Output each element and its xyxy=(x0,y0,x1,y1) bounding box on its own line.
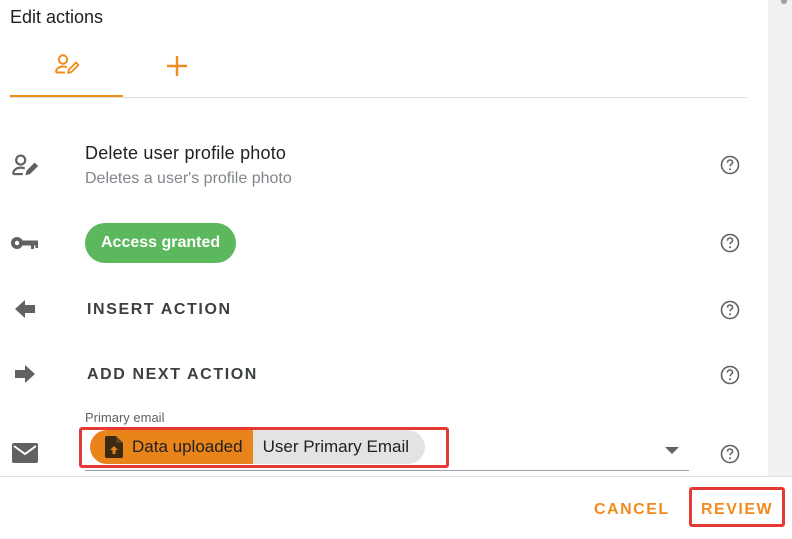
file-upload-icon xyxy=(105,436,123,458)
chip-value: User Primary Email xyxy=(252,430,425,464)
access-granted-badge[interactable]: Access granted xyxy=(85,223,237,263)
add-next-action-button[interactable]: ADD NEXT ACTION xyxy=(87,366,258,384)
help-icon[interactable] xyxy=(718,231,742,255)
cancel-button[interactable]: CANCEL xyxy=(594,501,670,519)
user-edit-icon xyxy=(10,151,40,181)
key-icon xyxy=(10,228,40,258)
user-edit-icon xyxy=(54,53,80,82)
action-title: Delete user profile photo xyxy=(85,143,287,163)
action-subtitle: Deletes a user's profile photo xyxy=(85,170,292,187)
tab-bar xyxy=(10,40,747,98)
dialog-footer: CANCEL REVIEW xyxy=(0,476,792,539)
page-title: Edit actions xyxy=(10,7,104,27)
chip-type: Data uploaded xyxy=(90,430,253,464)
chip-type-label: Data uploaded xyxy=(132,437,243,456)
help-icon[interactable] xyxy=(718,298,742,322)
primary-email-label: Primary email xyxy=(85,410,165,425)
mail-icon xyxy=(10,438,40,468)
tab-edit-actions[interactable] xyxy=(10,40,123,97)
chevron-down-icon[interactable] xyxy=(665,447,679,454)
help-icon[interactable] xyxy=(718,442,742,466)
arrow-left-icon xyxy=(10,294,40,324)
scrollbar-track[interactable] xyxy=(768,0,792,476)
help-icon[interactable] xyxy=(718,153,742,177)
insert-action-button[interactable]: INSERT ACTION xyxy=(87,301,232,319)
tab-add-action[interactable] xyxy=(123,40,231,97)
review-button[interactable]: REVIEW xyxy=(701,501,773,519)
help-icon[interactable] xyxy=(718,363,742,387)
plus-icon xyxy=(166,55,188,82)
primary-email-chip[interactable]: Data uploaded User Primary Email xyxy=(90,430,425,464)
arrow-right-icon xyxy=(10,359,40,389)
field-underline xyxy=(85,470,689,471)
